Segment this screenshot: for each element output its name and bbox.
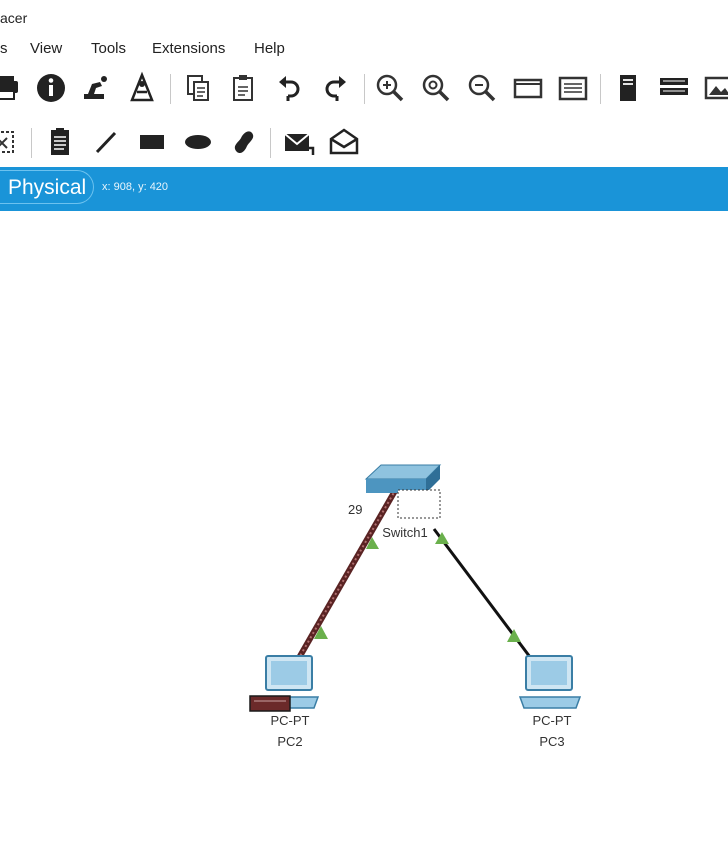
physical-mode-tab[interactable]: Physical (0, 170, 94, 204)
logical-workspace[interactable]: 29 Switch1 PC-PT PC2 PC-PT PC3 (0, 211, 728, 857)
zoom-out-icon[interactable] (464, 70, 500, 106)
switch-model-label: 29 (348, 502, 363, 517)
rectangle-icon[interactable] (134, 124, 170, 160)
activity-wizard-icon[interactable] (78, 70, 114, 106)
custom-device-icon[interactable] (124, 70, 160, 106)
copy-icon[interactable] (180, 70, 216, 106)
print-icon[interactable] (0, 70, 22, 106)
drawing-toolbar (0, 118, 728, 164)
note-icon[interactable] (42, 124, 78, 160)
toolbar-separator (270, 128, 271, 158)
menu-item-file[interactable]: s (0, 40, 8, 57)
title-bar: acer (0, 0, 728, 36)
cable-switch1-pc2[interactable] (285, 487, 399, 679)
image-icon[interactable] (702, 70, 728, 106)
complex-pdu-icon[interactable] (326, 124, 362, 160)
cluster-icon[interactable] (656, 70, 692, 106)
menu-item-help[interactable]: Help (254, 40, 285, 57)
freeform-icon[interactable] (225, 124, 261, 160)
menu-item-extensions[interactable]: Extensions (152, 40, 225, 57)
redo-icon[interactable] (318, 70, 354, 106)
drawing-palette-icon[interactable] (510, 70, 546, 106)
view-command-log-icon[interactable] (610, 70, 646, 106)
pc2-model-label: PC-PT (270, 713, 310, 728)
undo-icon[interactable] (271, 70, 307, 106)
menu-item-tools[interactable]: Tools (91, 40, 126, 57)
custom-devices-dialog-icon[interactable] (555, 70, 591, 106)
main-toolbar (0, 64, 728, 114)
info-icon[interactable] (33, 70, 69, 106)
toolbar-separator (31, 128, 32, 158)
simple-pdu-icon[interactable] (280, 124, 316, 160)
ellipse-icon[interactable] (180, 124, 216, 160)
pc3-name-label: PC3 (539, 734, 565, 749)
switch-name-label: Switch1 (382, 525, 428, 540)
select-icon[interactable] (0, 124, 20, 160)
menu-item-view[interactable]: View (30, 40, 62, 57)
menu-bar: s View Tools Extensions Help (0, 36, 728, 62)
zoom-reset-icon[interactable] (418, 70, 454, 106)
toolbar-separator (364, 74, 365, 104)
toolbar-separator (600, 74, 601, 104)
line-icon[interactable] (88, 124, 124, 160)
pc3-model-label: PC-PT (532, 713, 572, 728)
toolbar-separator (170, 74, 171, 104)
pc2-device-icon[interactable] (249, 655, 320, 712)
cursor-coordinates: x: 908, y: 420 (102, 181, 169, 193)
paste-icon[interactable] (225, 70, 261, 106)
pc3-device-icon[interactable] (518, 655, 582, 709)
pc2-name-label: PC2 (277, 734, 303, 749)
window-title: acer (0, 10, 28, 26)
zoom-in-icon[interactable] (372, 70, 408, 106)
workspace-mode-bar: Physical x: 908, y: 420 (0, 167, 728, 211)
